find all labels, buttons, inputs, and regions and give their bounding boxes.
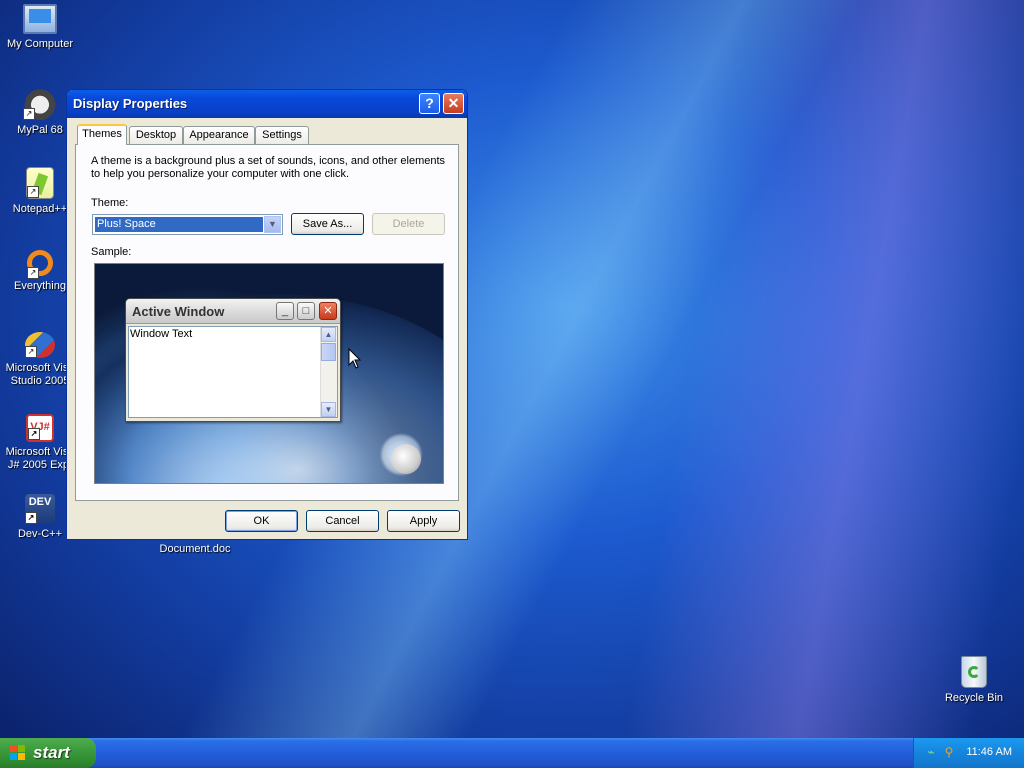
my-computer-icon (23, 4, 57, 34)
shortcut-arrow-icon: ↗ (28, 428, 40, 440)
desktop-icon-label: Recycle Bin (944, 692, 1004, 704)
notepad-plus-plus-icon: ↗ (26, 167, 54, 199)
sample-window-text: Window Text (130, 328, 193, 340)
theme-select-value: Plus! Space (95, 217, 263, 232)
close-icon: ✕ (447, 95, 460, 111)
cancel-button[interactable]: Cancel (306, 510, 379, 532)
start-label: start (33, 743, 70, 762)
taskbar-clock[interactable]: 11:46 AM (966, 746, 1012, 758)
save-as-button[interactable]: Save As... (291, 213, 364, 235)
themes-panel: A theme is a background plus a set of so… (75, 144, 459, 501)
theme-select[interactable]: Plus! Space ▼ (92, 214, 283, 235)
dialog-title: Display Properties (73, 96, 188, 111)
sample-scrollbar: ▲ ▼ (320, 327, 337, 417)
taskbar: start ⌁ ⚲ 11:46 AM (0, 738, 1024, 768)
sample-window-body: Window Text ▲ ▼ (128, 326, 338, 418)
sample-window-titlebar: Active Window _ □ ✕ (126, 299, 340, 324)
vj-sharp-icon: VJ# ↗ (26, 414, 54, 442)
shortcut-arrow-icon: ↗ (27, 267, 39, 279)
everything-search-icon: ↗ (27, 250, 53, 279)
shortcut-arrow-icon: ↗ (23, 108, 35, 120)
shortcut-arrow-icon: ↗ (25, 346, 37, 358)
scroll-up-icon: ▲ (321, 327, 336, 342)
chevron-down-icon[interactable]: ▼ (264, 216, 281, 233)
theme-description: A theme is a background plus a set of so… (91, 155, 446, 180)
theme-sample-preview: Active Window _ □ ✕ Window Text ▲ ▼ (94, 263, 444, 484)
visual-studio-icon: ↗ (25, 332, 55, 358)
desktop-icon-label: Document.doc (159, 543, 231, 555)
tab-appearance[interactable]: Appearance (183, 126, 255, 144)
close-button[interactable]: ✕ (443, 93, 464, 114)
delete-button[interactable]: Delete (372, 213, 445, 235)
desktop-icon-document[interactable]: Document.doc (155, 543, 235, 556)
mouse-cursor-icon (348, 348, 362, 369)
search-icon[interactable]: ⚲ (942, 745, 956, 759)
system-tray: ⌁ ⚲ 11:46 AM (913, 738, 1024, 768)
tab-desktop[interactable]: Desktop (129, 126, 183, 144)
scroll-down-icon: ▼ (321, 402, 336, 417)
sample-window-title: Active Window (132, 304, 225, 319)
sample-active-window: Active Window _ □ ✕ Window Text ▲ ▼ (125, 298, 341, 422)
desktop-icon-my-computer[interactable]: My Computer (0, 4, 80, 51)
network-icon[interactable]: ⌁ (924, 745, 938, 759)
help-button[interactable]: ? (419, 93, 440, 114)
sample-label: Sample: (91, 246, 132, 258)
dialog-titlebar[interactable]: Display Properties ? ✕ (67, 90, 467, 118)
windows-logo-icon (10, 745, 26, 761)
ok-button[interactable]: OK (225, 510, 298, 532)
help-icon: ? (425, 95, 434, 111)
tab-settings[interactable]: Settings (255, 126, 309, 144)
close-icon: ✕ (319, 302, 337, 320)
start-button[interactable]: start (0, 738, 96, 768)
moon-image (391, 444, 421, 474)
dev-cpp-icon: DEV ↗ (25, 494, 55, 524)
display-properties-dialog: Display Properties ? ✕ Themes Desktop Ap… (66, 89, 468, 540)
theme-label: Theme: (91, 197, 129, 209)
minimize-icon: _ (276, 302, 294, 320)
shortcut-arrow-icon: ↗ (25, 512, 37, 524)
scroll-thumb (321, 343, 336, 361)
desktop-icon-recycle-bin[interactable]: Recycle Bin (934, 656, 1014, 705)
maximize-icon: □ (297, 302, 315, 320)
tab-themes[interactable]: Themes (77, 124, 127, 145)
desktop-icon-label: My Computer (6, 38, 74, 50)
apply-button[interactable]: Apply (387, 510, 460, 532)
shortcut-arrow-icon: ↗ (27, 186, 39, 198)
mypal-icon: ↗ (23, 86, 57, 120)
recycle-bin-icon (961, 656, 987, 688)
